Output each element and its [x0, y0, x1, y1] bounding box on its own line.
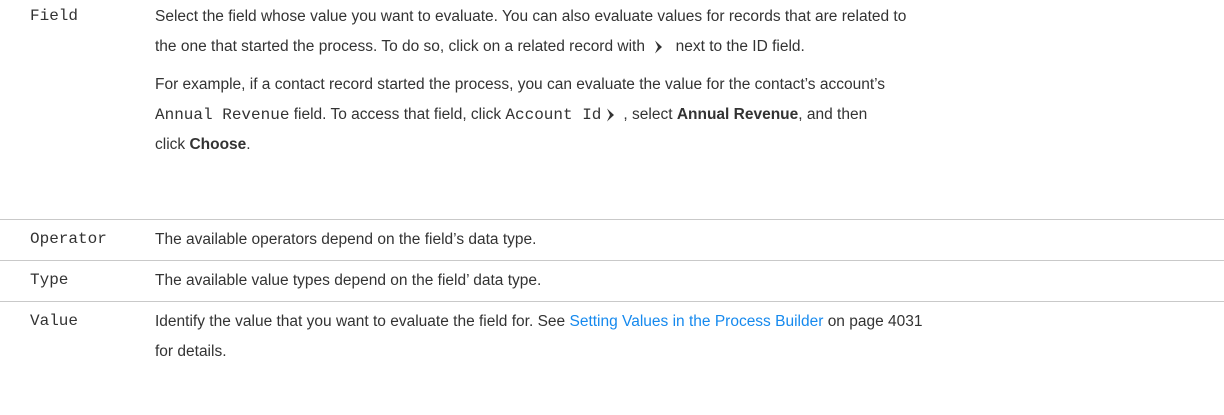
text: for details.: [155, 343, 227, 360]
text: Select the field whose value you want to…: [155, 8, 907, 25]
code-account-id: Account Id: [505, 106, 602, 124]
text: next to the ID field.: [675, 38, 805, 55]
text: on page 4031: [827, 313, 923, 330]
table-row-operator: Operator The available operators depend …: [0, 220, 1224, 261]
field-description-paragraph-2: For example, if a contact record started…: [155, 70, 1215, 160]
text: field. To access that field, click: [293, 106, 502, 123]
code-annual-revenue: Annual Revenue: [155, 106, 290, 124]
text: Identify the value that you want to eval…: [155, 313, 566, 330]
chevron-right-icon: [607, 108, 615, 122]
text: The available value types depend on the …: [155, 272, 542, 289]
term-type: Type: [30, 271, 69, 289]
chevron-right-icon: [655, 40, 663, 54]
bold-choose: Choose: [189, 136, 247, 153]
text: The available operators depend on the fi…: [155, 231, 537, 248]
operator-description: The available operators depend on the fi…: [155, 225, 1215, 255]
text: , and then: [798, 106, 868, 123]
table-row-value: Value Identify the value that you want t…: [0, 302, 1224, 412]
term-field: Field: [30, 7, 79, 25]
text: , select: [623, 106, 673, 123]
term-value: Value: [30, 312, 79, 330]
text: .: [246, 136, 251, 153]
field-definitions-table: Field Select the field whose value you w…: [0, 0, 1224, 412]
table-row-type: Type The available value types depend on…: [0, 261, 1224, 302]
bold-annual-revenue: Annual Revenue: [676, 106, 799, 123]
type-description: The available value types depend on the …: [155, 266, 1215, 296]
value-description: Identify the value that you want to eval…: [155, 307, 1215, 367]
term-operator: Operator: [30, 230, 107, 248]
field-description-paragraph-1: Select the field whose value you want to…: [155, 2, 1215, 62]
text: the one that started the process. To do …: [155, 38, 645, 55]
text: click: [155, 136, 186, 153]
field-description: Select the field whose value you want to…: [155, 2, 1215, 160]
setting-values-link[interactable]: Setting Values in the Process Builder: [569, 313, 823, 330]
table-row-field: Field Select the field whose value you w…: [0, 0, 1224, 220]
text: For example, if a contact record started…: [155, 76, 886, 93]
